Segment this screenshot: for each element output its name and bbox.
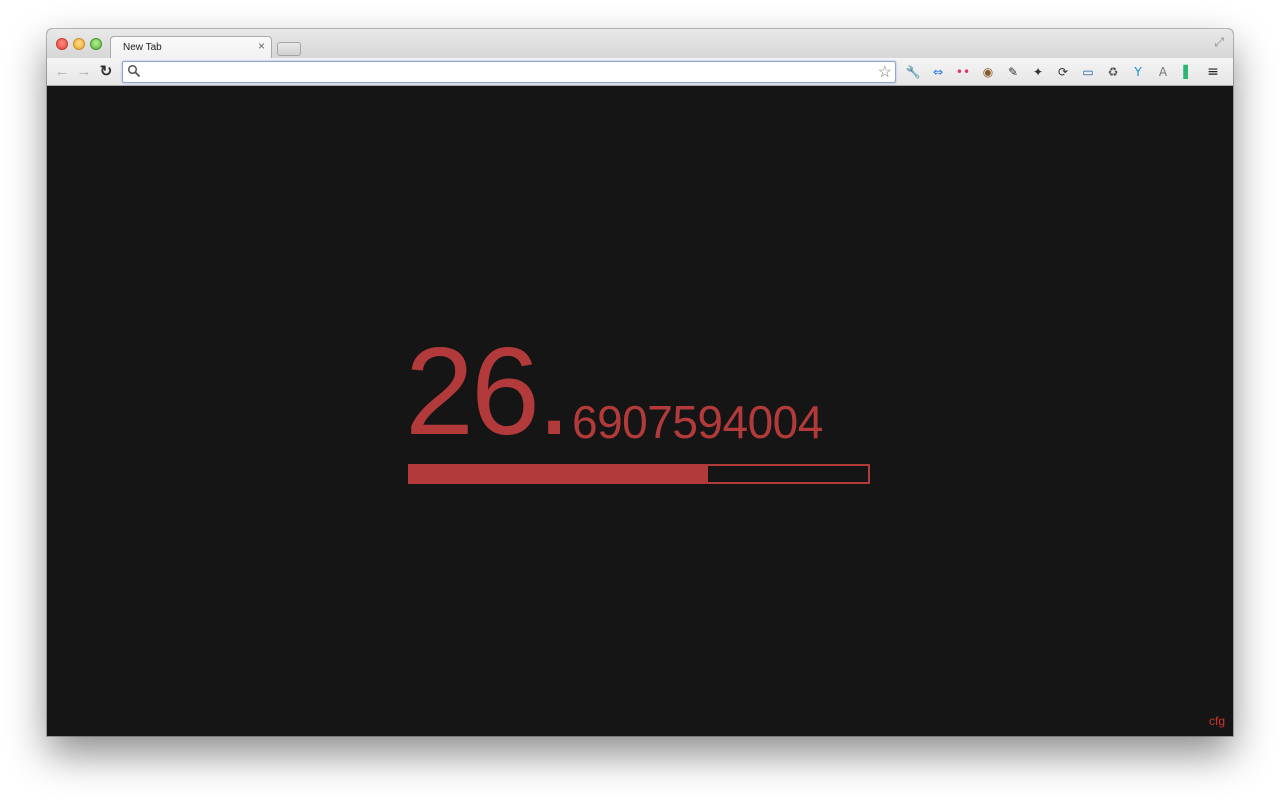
evernote-icon[interactable]: ✎ xyxy=(1004,63,1022,81)
back-button[interactable]: ← xyxy=(53,63,71,81)
minimize-window-button[interactable] xyxy=(73,38,85,50)
flickr-icon[interactable]: •• xyxy=(954,63,972,81)
reload-button[interactable]: ↻ xyxy=(97,63,115,81)
progress-bar xyxy=(408,464,870,484)
tab-close-icon[interactable]: × xyxy=(258,39,265,53)
cfg-link[interactable]: cfg xyxy=(1209,714,1225,728)
clock-fraction: 6907594004 xyxy=(572,396,823,448)
new-tab-page: 26. 6907594004 cfg xyxy=(47,87,1233,736)
wrench-icon[interactable]: 🔧 xyxy=(904,63,922,81)
maximize-window-button[interactable] xyxy=(90,38,102,50)
angular-icon[interactable]: A xyxy=(1154,63,1172,81)
pin-icon[interactable]: ✦ xyxy=(1029,63,1047,81)
recycle-icon[interactable]: ♻ xyxy=(1104,63,1122,81)
toolbar: ← → ↻ ☆ 🔧 ⇔ •• ◉ ✎ ✦ ⟳ ▭ ♻ Y A ▌ ≡ xyxy=(47,58,1233,86)
new-tab-button[interactable] xyxy=(277,42,301,56)
arrows-icon[interactable]: ⇔ xyxy=(929,63,947,81)
pushbullet-icon[interactable]: ▌ xyxy=(1179,63,1197,81)
address-input[interactable] xyxy=(143,64,873,80)
sync-icon[interactable]: ⟳ xyxy=(1054,63,1072,81)
bookmark-star-icon[interactable]: ☆ xyxy=(878,62,892,82)
vimeo-icon[interactable]: Y xyxy=(1129,63,1147,81)
instagram-icon[interactable]: ◉ xyxy=(979,63,997,81)
omnibox[interactable]: ☆ xyxy=(122,61,896,83)
title-bar: New Tab × ⤢ xyxy=(47,29,1233,59)
tab-title: New Tab xyxy=(123,42,162,53)
clock-integer: 26. xyxy=(405,323,571,461)
extension-icons: 🔧 ⇔ •• ◉ ✎ ✦ ⟳ ▭ ♻ Y A ▌ ≡ xyxy=(904,63,1222,81)
browser-window: New Tab × ⤢ ← → ↻ ☆ 🔧 ⇔ •• ◉ ✎ ✦ ⟳ ▭ ♻ Y A ▌ ≡ 26. 6… xyxy=(47,29,1233,736)
forward-button[interactable]: → xyxy=(75,63,93,81)
screen-icon[interactable]: ▭ xyxy=(1079,63,1097,81)
tab-new-tab[interactable]: New Tab × xyxy=(110,36,272,59)
menu-icon[interactable]: ≡ xyxy=(1204,63,1222,81)
fullscreen-icon[interactable]: ⤢ xyxy=(1214,35,1224,50)
search-icon xyxy=(127,64,141,78)
progress-fill xyxy=(410,466,708,482)
close-window-button[interactable] xyxy=(56,38,68,50)
